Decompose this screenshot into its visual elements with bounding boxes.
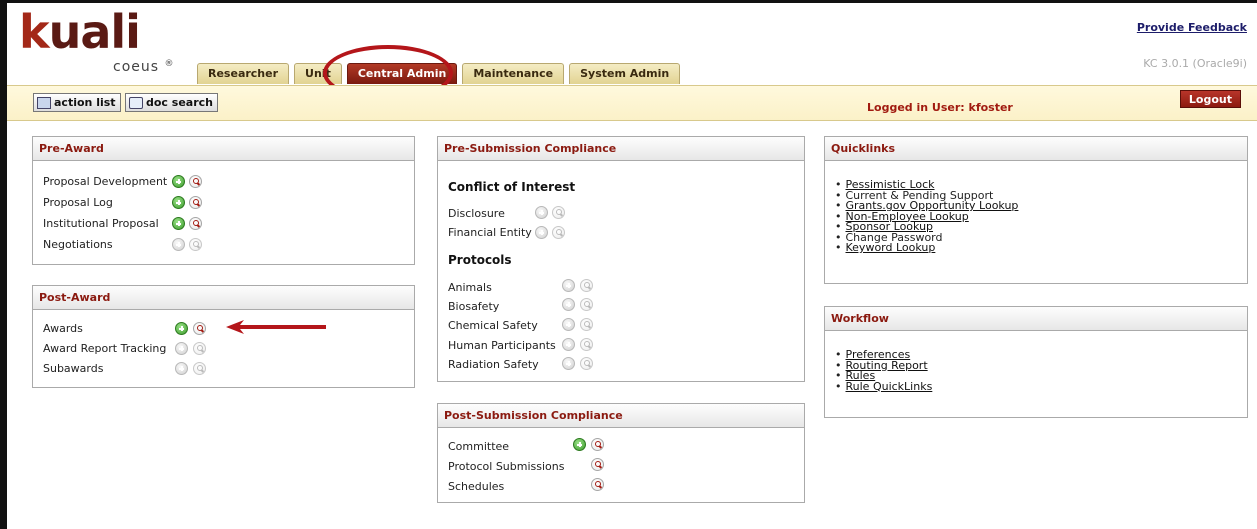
- create-icon[interactable]: [175, 322, 188, 335]
- create-icon-disabled: [172, 238, 185, 251]
- header: kuali coeus ® Researcher Unit Central Ad…: [7, 3, 1257, 85]
- menu-item-disclosure[interactable]: Disclosure: [448, 207, 505, 220]
- create-icon[interactable]: [573, 438, 586, 451]
- doc-search-label: doc search: [146, 96, 213, 109]
- post-award-panel: Post-Award Awards Award Report Tracking …: [32, 285, 415, 388]
- search-document-icon: [129, 96, 143, 109]
- menu-item-proposal-log[interactable]: Proposal Log: [43, 196, 113, 209]
- search-icon[interactable]: [189, 175, 202, 188]
- list-icon: [37, 96, 51, 109]
- tab-system-admin[interactable]: System Admin: [569, 63, 681, 84]
- menu-item-proposal-development[interactable]: Proposal Development: [43, 175, 167, 188]
- search-icon-disabled: [580, 318, 593, 331]
- search-icon[interactable]: [591, 478, 604, 491]
- menu-item-radiation-safety[interactable]: Radiation Safety: [448, 358, 539, 371]
- pre-award-panel: Pre-Award Proposal Development Proposal …: [32, 136, 415, 265]
- search-icon-disabled: [193, 342, 206, 355]
- create-icon-disabled: [535, 226, 548, 239]
- registered-mark: ®: [164, 59, 175, 69]
- create-icon-disabled: [175, 362, 188, 375]
- tab-researcher[interactable]: Researcher: [197, 63, 290, 84]
- menu-item-protocol-submissions[interactable]: Protocol Submissions: [448, 460, 564, 473]
- menu-item-animals[interactable]: Animals: [448, 281, 492, 294]
- conflict-of-interest-heading: Conflict of Interest: [448, 180, 576, 194]
- panel-title: Pre-Submission Compliance: [438, 137, 804, 161]
- panel-title: Post-Submission Compliance: [438, 404, 804, 428]
- toolbar: action list doc search Logged in User: k…: [7, 85, 1257, 121]
- create-icon-disabled: [562, 357, 575, 370]
- logout-button[interactable]: Logout: [1179, 90, 1241, 108]
- create-icon-disabled: [175, 342, 188, 355]
- create-icon-disabled: [562, 279, 575, 292]
- panel-title: Quicklinks: [825, 137, 1247, 161]
- coeus-logo-text: coeus ®: [113, 59, 175, 75]
- create-icon[interactable]: [172, 196, 185, 209]
- workflow-panel: Workflow Preferences Routing Report Rule…: [824, 306, 1248, 418]
- doc-search-button[interactable]: doc search: [125, 93, 218, 112]
- panel-title: Workflow: [825, 307, 1247, 331]
- menu-item-subawards[interactable]: Subawards: [43, 362, 103, 375]
- logged-in-user: Logged in User: kfoster: [867, 101, 1013, 114]
- menu-item-committee[interactable]: Committee: [448, 440, 509, 453]
- search-icon[interactable]: [591, 438, 604, 451]
- menu-item-institutional-proposal[interactable]: Institutional Proposal: [43, 217, 159, 230]
- coeus-label: coeus: [113, 59, 160, 75]
- menu-item-biosafety[interactable]: Biosafety: [448, 300, 499, 313]
- window-left-border: [0, 0, 7, 529]
- search-icon[interactable]: [193, 322, 206, 335]
- list-item: Keyword Lookup: [835, 241, 1018, 254]
- menu-item-chemical-safety[interactable]: Chemical Safety: [448, 319, 538, 332]
- menu-item-negotiations[interactable]: Negotiations: [43, 238, 113, 251]
- kuali-logo: kuali: [19, 5, 141, 59]
- menu-item-financial-entity[interactable]: Financial Entity: [448, 226, 532, 239]
- keyword-lookup-link[interactable]: Keyword Lookup: [846, 241, 936, 254]
- menu-item-award-report-tracking[interactable]: Award Report Tracking: [43, 342, 166, 355]
- version-label: KC 3.0.1 (Oracle9i): [1143, 57, 1247, 70]
- search-icon[interactable]: [591, 458, 604, 471]
- menu-item-schedules[interactable]: Schedules: [448, 480, 504, 493]
- search-icon[interactable]: [189, 196, 202, 209]
- search-icon-disabled: [189, 238, 202, 251]
- post-submission-compliance-panel: Post-Submission Compliance Committee Pro…: [437, 403, 805, 503]
- workflow-list: Preferences Routing Report Rules Rule Qu…: [835, 349, 933, 393]
- list-item: Rule QuickLinks: [835, 380, 933, 393]
- red-arrow-annotation: [226, 320, 326, 334]
- action-list-button[interactable]: action list: [33, 93, 121, 112]
- create-icon-disabled: [562, 338, 575, 351]
- search-icon-disabled: [580, 298, 593, 311]
- provide-feedback-link[interactable]: Provide Feedback: [1137, 21, 1247, 34]
- tab-maintenance[interactable]: Maintenance: [462, 63, 565, 84]
- quicklinks-panel: Quicklinks Pessimistic Lock Current & Pe…: [824, 136, 1248, 284]
- create-icon-disabled: [562, 298, 575, 311]
- search-icon-disabled: [552, 206, 565, 219]
- action-list-label: action list: [54, 96, 116, 109]
- rule-quicklinks-link[interactable]: Rule QuickLinks: [846, 380, 933, 393]
- search-icon-disabled: [580, 279, 593, 292]
- pre-submission-compliance-panel: Pre-Submission Compliance Conflict of In…: [437, 136, 805, 382]
- menu-item-human-participants[interactable]: Human Participants: [448, 339, 556, 352]
- create-icon-disabled: [535, 206, 548, 219]
- quicklinks-list: Pessimistic Lock Current & Pending Suppo…: [835, 179, 1019, 254]
- panel-title: Pre-Award: [33, 137, 414, 161]
- create-icon-disabled: [562, 318, 575, 331]
- search-icon-disabled: [552, 226, 565, 239]
- create-icon[interactable]: [172, 217, 185, 230]
- search-icon-disabled: [193, 362, 206, 375]
- protocols-heading: Protocols: [448, 253, 512, 267]
- create-icon[interactable]: [172, 175, 185, 188]
- search-icon[interactable]: [189, 217, 202, 230]
- search-icon-disabled: [580, 357, 593, 370]
- panel-title: Post-Award: [33, 286, 414, 310]
- menu-item-awards[interactable]: Awards: [43, 322, 83, 335]
- search-icon-disabled: [580, 338, 593, 351]
